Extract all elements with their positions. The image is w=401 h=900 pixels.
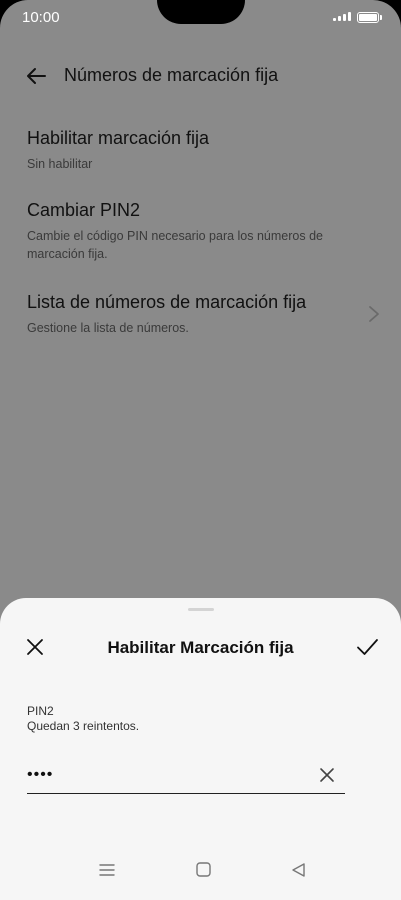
page-title: Números de marcación fija [64,65,279,85]
chevron-right-icon [369,306,379,322]
status-bar: 10:00 [0,0,401,40]
drag-handle[interactable] [187,608,214,611]
pin-label: PIN2 [27,704,54,718]
setting-subtitle: Sin habilitar [27,157,93,171]
navigation-bar [0,844,401,900]
battery-icon [357,12,382,23]
setting-title: Cambiar PIN2 [27,200,141,220]
arrow-left-icon[interactable] [24,64,48,88]
status-time: 10:00 [22,9,60,26]
setting-title: Habilitar marcación fija [27,128,210,148]
setting-subtitle: Cambie el código PIN necesario para los … [27,229,323,261]
menu-icon[interactable] [99,862,115,878]
signal-icon [333,12,351,21]
setting-change-pin2[interactable]: Cambiar PIN2 Cambie el código PIN necesa… [27,200,361,263]
check-icon[interactable] [355,635,379,659]
sheet-title: Habilitar Marcación fija [107,638,294,657]
home-icon[interactable] [196,862,211,877]
pin2-field [27,761,345,794]
retries-text: Quedan 3 reintentos. [27,719,140,733]
setting-enable-fdn[interactable]: Habilitar marcación fija Sin habilitar [27,128,361,173]
setting-title: Lista de números de marcación fija [27,292,307,312]
screen: 10:00 Números de marcación fija Habilita… [0,0,401,900]
setting-fdn-list[interactable]: Lista de números de marcación fija Gesti… [27,292,361,337]
pin2-input[interactable] [27,761,297,789]
clear-icon[interactable] [319,767,335,783]
back-triangle-icon[interactable] [291,862,306,878]
camera-notch [156,0,245,24]
phone-frame: 10:00 Números de marcación fija Habilita… [0,0,401,900]
app-bar: Números de marcación fija [0,56,401,96]
setting-subtitle: Gestione la lista de números. [27,321,189,335]
bottom-sheet: Habilitar Marcación fija PIN2 Quedan 3 r… [0,598,401,900]
